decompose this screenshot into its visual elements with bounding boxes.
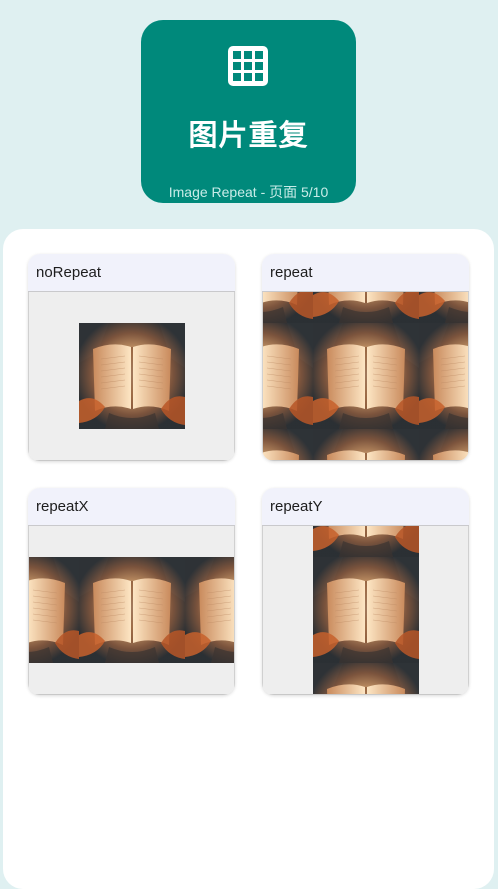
header-card: 图片重复 Image Repeat - 页面 5/10 [141,20,356,203]
demo-preview-norepeat [28,292,235,461]
demo-preview-repeaty [262,526,469,695]
page-title: 图片重复 [188,118,309,152]
book-image-tiled-y [313,526,419,694]
book-image-tiled [263,292,468,460]
demo-preview-repeat [262,292,469,461]
book-image [79,323,185,429]
content-panel: noRepeat repeat repeatX repeatY [3,229,494,889]
grid-icon [228,46,268,86]
page-subtitle: Image Repeat - 页面 5/10 [168,184,329,200]
demo-card-norepeat: noRepeat [28,254,235,461]
demo-label: repeatX [28,488,235,526]
demo-preview-repeatx [28,526,235,695]
demo-card-repeatx: repeatX [28,488,235,695]
demo-label: repeat [262,254,469,292]
book-image-tiled-x [29,557,234,663]
demo-label: repeatY [262,488,469,526]
demo-card-repeaty: repeatY [262,488,469,695]
demo-label: noRepeat [28,254,235,292]
demo-card-repeat: repeat [262,254,469,461]
